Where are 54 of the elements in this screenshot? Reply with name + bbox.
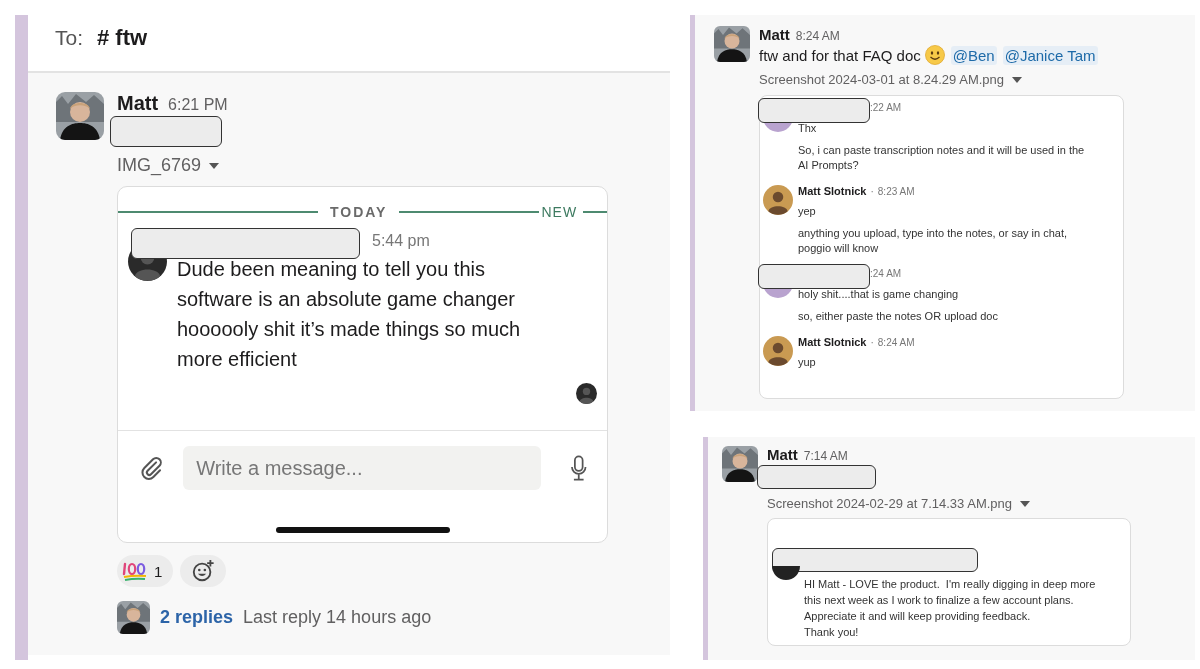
message-text: So, i can paste transcription notes and it will be used in the AI Prompts? bbox=[798, 143, 1086, 173]
caret-icon[interactable] bbox=[209, 162, 220, 169]
message-text: yup bbox=[798, 355, 817, 370]
avatar bbox=[722, 446, 758, 482]
avatar bbox=[56, 92, 104, 140]
author-name[interactable]: Matt bbox=[767, 446, 798, 463]
date-divider-label: TODAY bbox=[330, 204, 388, 220]
channel-name[interactable]: # ftw bbox=[97, 24, 148, 51]
timestamp: :24 AM bbox=[870, 268, 902, 279]
new-label: NEW bbox=[541, 204, 578, 220]
avatar bbox=[576, 383, 597, 404]
user-mention[interactable]: @Janice Tam bbox=[1002, 45, 1098, 65]
timestamp: 8:23 AM bbox=[877, 186, 915, 197]
user-mention[interactable]: @Ben bbox=[950, 45, 997, 65]
message-text: holy shit....that is game changing bbox=[798, 287, 960, 302]
message-text: HI Matt - LOVE the product. I'm really digging in deep more this next week as I work to finalize a few account plans. Appreciate it and will keep providing feedback. Thank you! bbox=[804, 577, 1096, 640]
microphone-icon[interactable] bbox=[571, 455, 587, 481]
caret-icon[interactable] bbox=[1020, 500, 1030, 507]
avatar bbox=[117, 601, 150, 634]
avatar bbox=[763, 336, 793, 366]
timestamp: :22 AM bbox=[870, 102, 902, 113]
message-text: Dude been meaning to tell you this software is an absolute game changer hoooooly shit it’s made things so much more efficient bbox=[177, 257, 522, 372]
avatar bbox=[763, 185, 793, 215]
separator-dot: · bbox=[870, 186, 874, 197]
last-reply-text: Last reply 14 hours ago bbox=[243, 607, 432, 628]
reaction-button[interactable]: 1 bbox=[117, 555, 174, 587]
author-name[interactable]: Matt bbox=[117, 92, 159, 115]
timestamp: 5:44 pm bbox=[372, 232, 431, 251]
timestamp: 6:21 PM bbox=[168, 96, 228, 114]
add-emoji-icon bbox=[191, 559, 216, 583]
caret-icon[interactable] bbox=[1012, 76, 1022, 83]
smiley-icon bbox=[924, 45, 945, 65]
file-name[interactable]: Screenshot 2024-02-29 at 7.14.33 AM.png bbox=[767, 496, 1012, 511]
author-name[interactable]: Matt Slotnick bbox=[798, 185, 867, 197]
file-name[interactable]: IMG_6769 bbox=[117, 155, 202, 176]
message-text: yep bbox=[798, 204, 817, 219]
message-text: so, either paste the notes OR upload doc bbox=[798, 309, 999, 324]
avatar bbox=[772, 566, 800, 580]
file-name[interactable]: Screenshot 2024-03-01 at 8.24.29 AM.png bbox=[759, 72, 1004, 87]
message-text: ftw and for that FAQ doc bbox=[759, 46, 921, 64]
add-reaction-button[interactable] bbox=[180, 555, 227, 587]
timestamp: 8:24 AM bbox=[877, 337, 915, 348]
message-text: Thx bbox=[798, 121, 818, 136]
message-text: anything you upload, type into the notes, or say in chat, poggio will know bbox=[798, 226, 1069, 256]
to-label: To: bbox=[55, 25, 83, 50]
replies-link[interactable]: 2 replies bbox=[160, 607, 234, 628]
hundred-points-icon bbox=[122, 560, 148, 582]
author-name[interactable]: Matt bbox=[759, 26, 790, 43]
separator-dot: · bbox=[870, 337, 874, 348]
message-field[interactable]: Write a message... bbox=[183, 446, 542, 490]
timestamp: 7:14 AM bbox=[803, 449, 848, 463]
timestamp: 8:24 AM bbox=[795, 29, 840, 43]
author-name[interactable]: Matt Slotnick bbox=[798, 336, 867, 348]
avatar bbox=[714, 26, 750, 62]
